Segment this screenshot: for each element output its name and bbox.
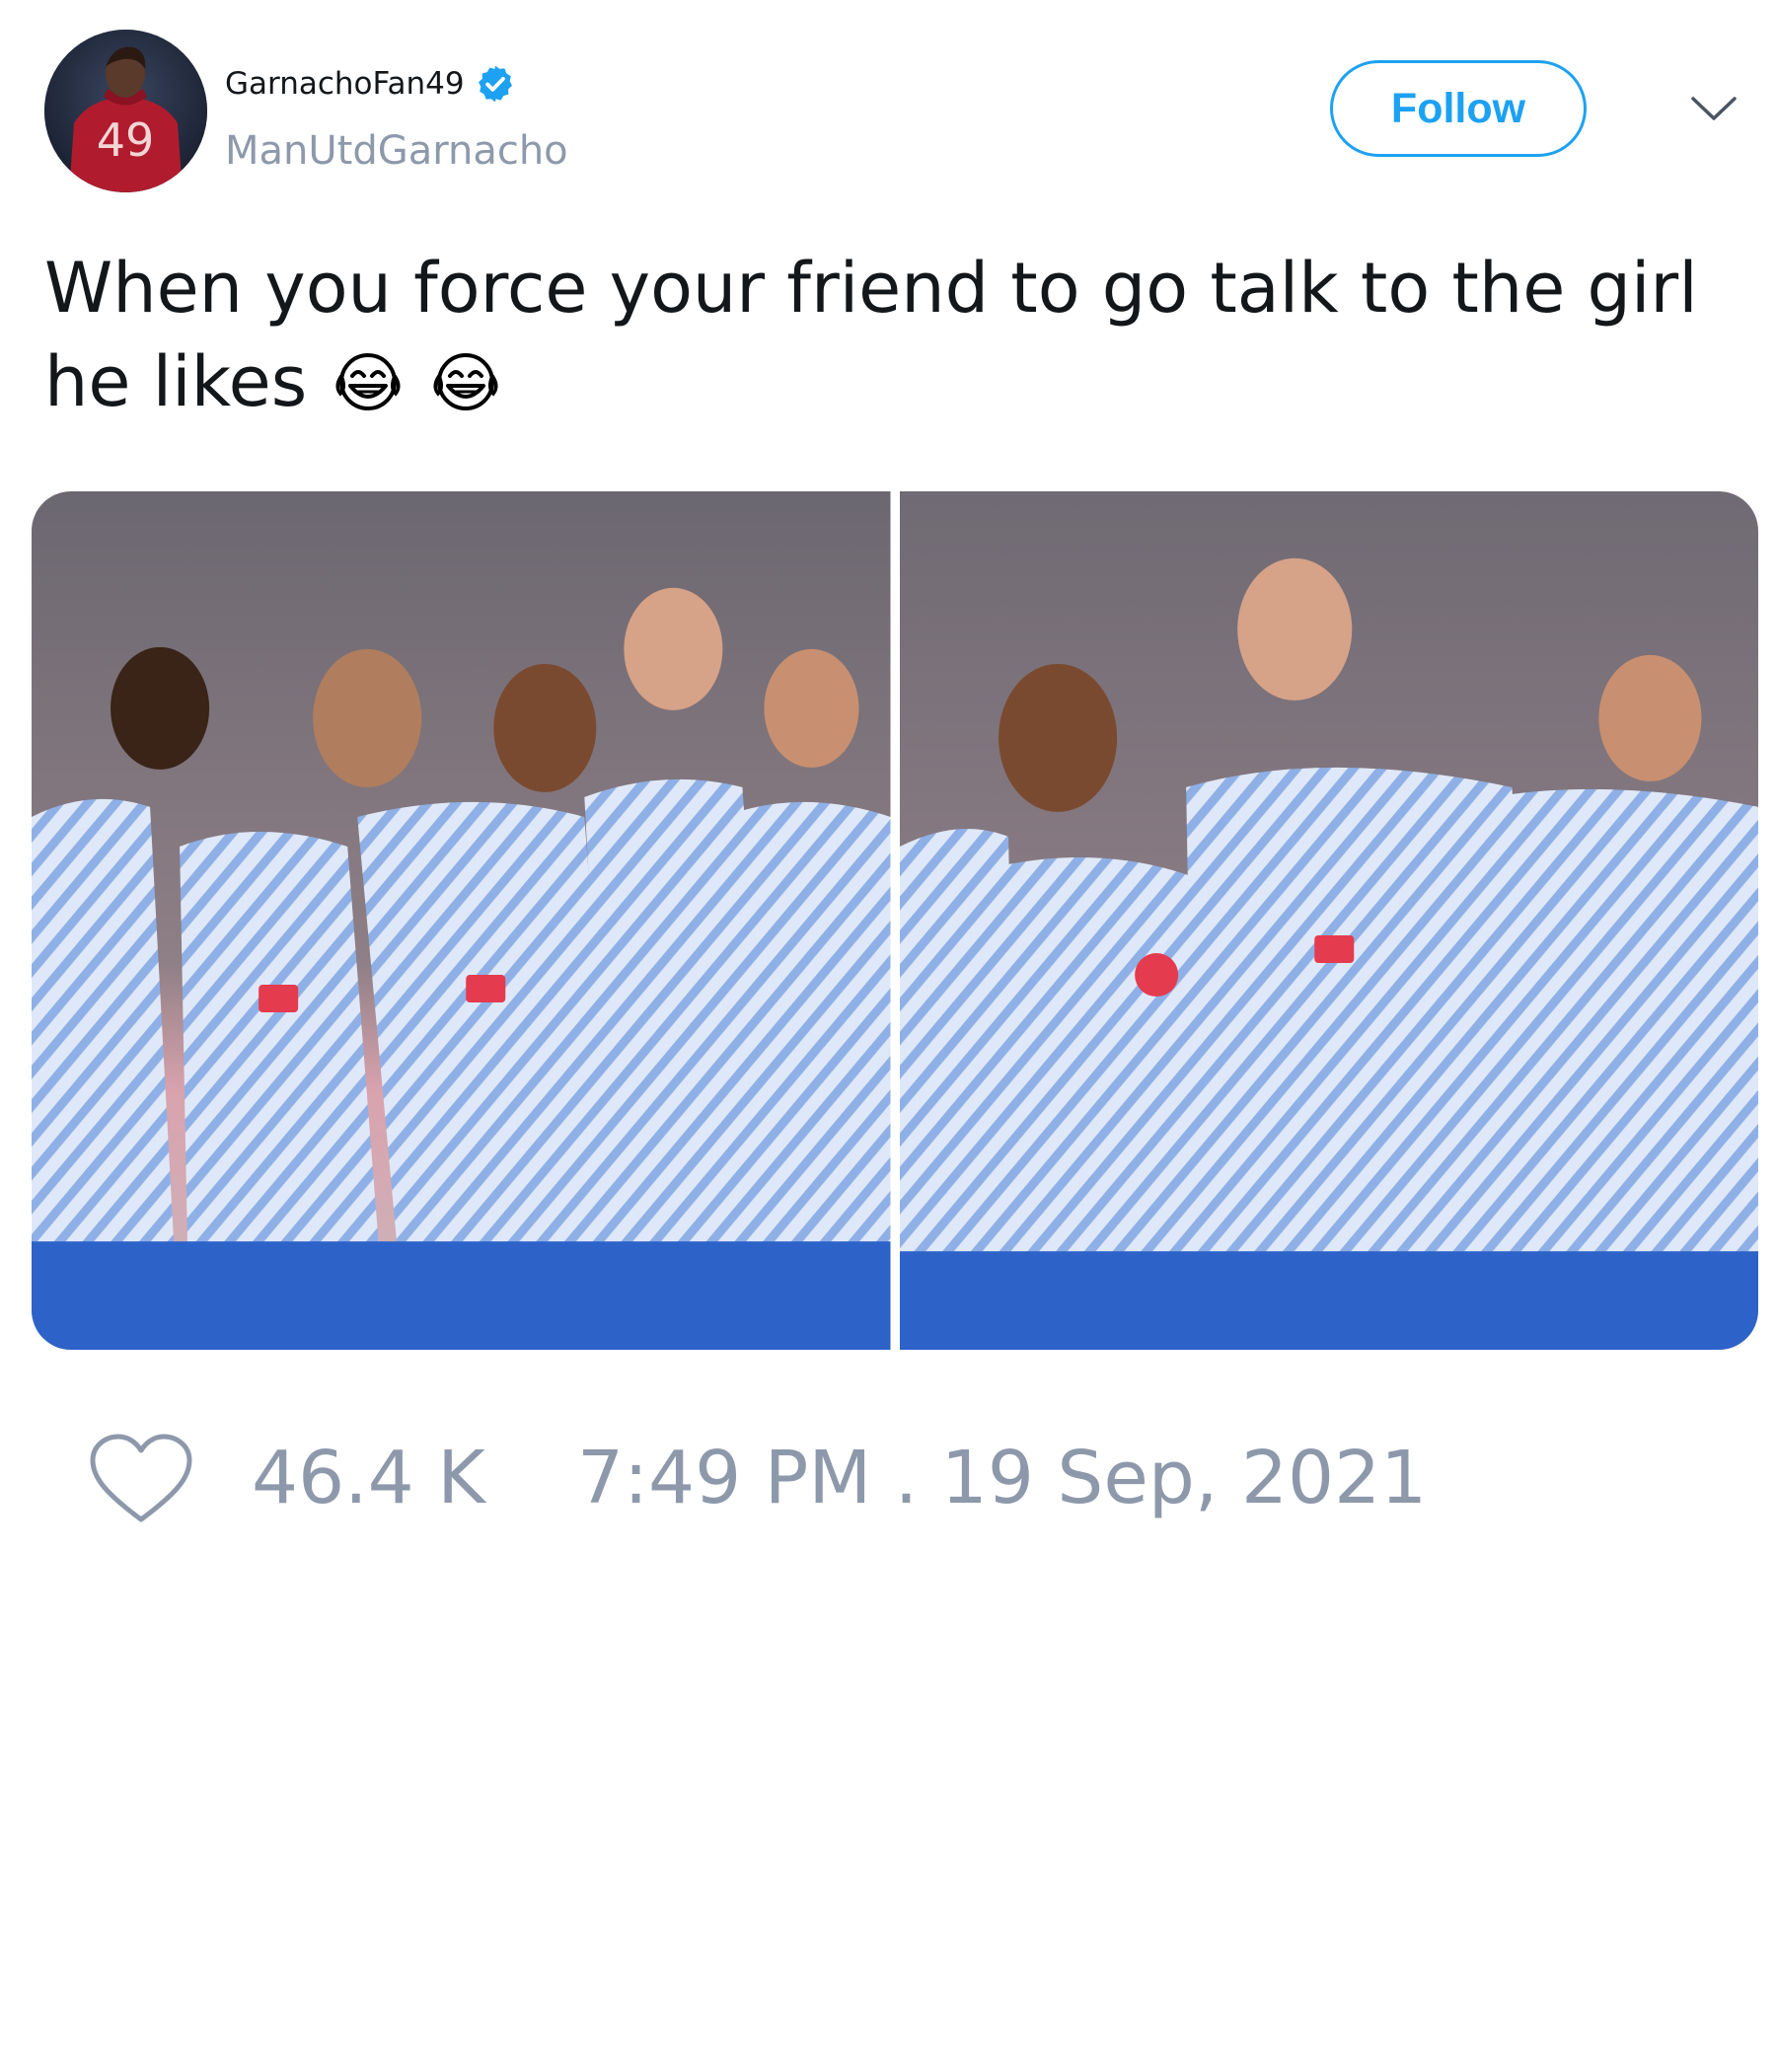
avatar[interactable]: 49 [44,30,207,192]
like-count[interactable]: 46.4 K [252,1436,485,1520]
heart-icon[interactable] [87,1431,195,1529]
team-celebration-photo-2[interactable] [899,491,1758,1350]
follow-button[interactable]: Follow [1330,60,1587,157]
face-with-tears-of-joy-icon [433,353,498,410]
photo-1-illustration [32,491,891,1350]
display-name-text[interactable]: GarnachoFan49 [225,66,465,102]
face-with-tears-of-joy-icon [335,353,401,410]
avatar-image: 49 [44,30,207,192]
tweet-media[interactable] [32,491,1758,1350]
user-handle[interactable]: ManUtdGarnacho [225,128,568,174]
verified-badge-icon [478,65,512,103]
tweet-text: When you force your friend to go talk to… [44,242,1741,429]
tweet-timestamp[interactable]: 7:49 PM . 19 Sep, 2021 [577,1436,1427,1520]
team-celebration-photo-1[interactable] [32,491,891,1350]
chevron-down-icon[interactable] [1689,89,1739,128]
tweet-body: When you force your friend to go talk to… [44,248,1698,422]
display-name[interactable]: GarnachoFan49 [225,63,516,105]
photo-2-illustration [899,491,1758,1350]
avatar-number: 49 [97,113,155,167]
